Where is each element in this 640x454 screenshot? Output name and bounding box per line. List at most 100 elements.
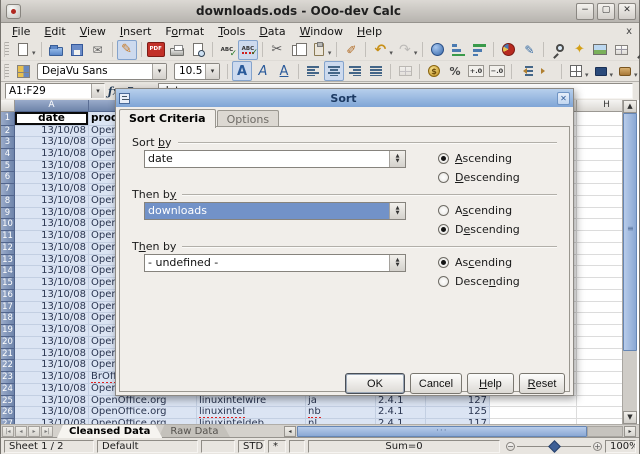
cut-icon[interactable]: ✂: [267, 40, 287, 60]
menu-item-insert[interactable]: Insert: [113, 24, 159, 39]
cell-A11[interactable]: 13/10/08: [15, 231, 89, 243]
row-header-11[interactable]: 11: [1, 231, 15, 243]
ok-button[interactable]: OK: [345, 373, 405, 394]
toolbar-grip[interactable]: [4, 64, 9, 79]
radio-descending-3[interactable]: Descending: [438, 274, 520, 288]
first-sheet-icon[interactable]: |◂: [2, 426, 14, 437]
cell-A21[interactable]: 13/10/08: [15, 349, 89, 361]
row-header-18[interactable]: 18: [1, 313, 15, 325]
cell-A4[interactable]: 13/10/08: [15, 149, 89, 161]
cell-A20[interactable]: 13/10/08: [15, 337, 89, 349]
find-replace-icon[interactable]: [548, 40, 568, 60]
cell-E25[interactable]: 2.4.1: [376, 396, 426, 408]
cell-A23[interactable]: 13/10/08: [15, 372, 89, 384]
row-header-19[interactable]: 19: [1, 325, 15, 337]
cell-E26[interactable]: 2.4.1: [376, 407, 426, 419]
radio-descending-2[interactable]: Descending: [438, 222, 520, 236]
cell-A17[interactable]: 13/10/08: [15, 302, 89, 314]
copy-icon[interactable]: [288, 40, 308, 60]
cell-G25[interactable]: [490, 396, 577, 408]
maximize-button[interactable]: ▢: [597, 3, 615, 20]
radio-button-icon[interactable]: [438, 224, 449, 235]
show-draw-functions-icon[interactable]: ✎: [519, 40, 539, 60]
dialog-tab-sort-criteria[interactable]: Sort Criteria: [119, 109, 216, 128]
zoom-slider-thumb[interactable]: [548, 440, 561, 453]
cell-A1[interactable]: date: [15, 112, 89, 126]
row-header-21[interactable]: 21: [1, 349, 15, 361]
minimize-button[interactable]: −: [576, 3, 594, 20]
reset-button[interactable]: Reset: [519, 373, 565, 394]
zoom-in-icon[interactable]: +: [593, 442, 602, 451]
cell-D25[interactable]: ja: [306, 396, 376, 408]
bold-icon[interactable]: A: [232, 61, 252, 81]
scroll-down-icon[interactable]: ▼: [623, 411, 637, 424]
row-header-5[interactable]: 5: [1, 161, 15, 173]
page-preview-icon[interactable]: [188, 40, 208, 60]
cell-F25[interactable]: 127: [426, 396, 490, 408]
sort-key-select-3[interactable]: - undefined -▲▼: [144, 254, 406, 272]
styles-window-icon[interactable]: [13, 61, 33, 81]
toolbar-grip[interactable]: [4, 42, 9, 57]
cell-A16[interactable]: 13/10/08: [15, 290, 89, 302]
font-color-icon[interactable]: [615, 61, 635, 81]
row-header-9[interactable]: 9: [1, 208, 15, 220]
close-document-icon[interactable]: x: [626, 26, 632, 37]
close-button[interactable]: ✕: [618, 3, 636, 20]
combo-spin-icon[interactable]: ▲▼: [389, 203, 405, 219]
menu-item-view[interactable]: View: [73, 24, 113, 39]
edit-file-icon[interactable]: ✎: [117, 40, 137, 60]
row-header-1[interactable]: 1: [1, 112, 15, 126]
menu-item-window[interactable]: Window: [293, 24, 350, 39]
column-header-A[interactable]: A: [15, 100, 89, 112]
chevron-down-icon[interactable]: ▾: [91, 84, 104, 98]
print-icon[interactable]: [167, 40, 187, 60]
row-header-15[interactable]: 15: [1, 278, 15, 290]
scroll-right-icon[interactable]: ▸: [624, 426, 636, 437]
sort-key-select-1[interactable]: date▲▼: [144, 150, 406, 168]
percent-icon[interactable]: %: [445, 61, 465, 81]
cell-A26[interactable]: 13/10/08: [15, 407, 89, 419]
cell-A9[interactable]: 13/10/08: [15, 208, 89, 220]
row-header-22[interactable]: 22: [1, 360, 15, 372]
document-email-icon[interactable]: ✉: [88, 40, 108, 60]
background-color-icon[interactable]: [591, 61, 611, 81]
combo-spin-icon[interactable]: ▲▼: [389, 151, 405, 167]
redo-icon[interactable]: ↷: [395, 40, 415, 60]
justify-icon[interactable]: [366, 61, 386, 81]
radio-ascending-3[interactable]: Ascending: [438, 255, 512, 269]
row-header-2[interactable]: 2: [1, 126, 15, 138]
menu-item-edit[interactable]: Edit: [37, 24, 72, 39]
open-icon[interactable]: [46, 40, 66, 60]
row-header-26[interactable]: 26: [1, 407, 15, 419]
row-header-17[interactable]: 17: [1, 302, 15, 314]
underline-icon[interactable]: A: [274, 61, 294, 81]
chevron-down-icon[interactable]: ▾: [205, 64, 219, 79]
menu-item-data[interactable]: Data: [252, 24, 292, 39]
align-right-icon[interactable]: [345, 61, 365, 81]
align-center-icon[interactable]: [324, 61, 344, 81]
radio-button-icon[interactable]: [438, 257, 449, 268]
sort-ascending-icon[interactable]: [448, 40, 468, 60]
hyperlink-icon[interactable]: [427, 40, 447, 60]
radio-button-icon[interactable]: [438, 153, 449, 164]
navigator-icon[interactable]: ✦: [569, 40, 589, 60]
sort-dialog-title-bar[interactable]: Sort ✕: [116, 89, 573, 107]
cell-A10[interactable]: 13/10/08: [15, 219, 89, 231]
menu-item-format[interactable]: Format: [158, 24, 211, 39]
cell-C26[interactable]: linuxintel: [197, 407, 306, 419]
zoom-out-icon[interactable]: −: [506, 442, 515, 451]
cell-A7[interactable]: 13/10/08: [15, 184, 89, 196]
vertical-scrollbar-thumb[interactable]: [623, 113, 637, 351]
cell-F26[interactable]: 125: [426, 407, 490, 419]
row-header-10[interactable]: 10: [1, 219, 15, 231]
scroll-up-icon[interactable]: ▲: [623, 100, 637, 113]
row-header-3[interactable]: 3: [1, 137, 15, 149]
row-header-7[interactable]: 7: [1, 184, 15, 196]
format-paintbrush-icon[interactable]: ✐: [341, 40, 361, 60]
row-header-20[interactable]: 20: [1, 337, 15, 349]
row-header-14[interactable]: 14: [1, 266, 15, 278]
auto-spellcheck-icon[interactable]: ABC✓: [238, 40, 258, 60]
export-pdf-icon[interactable]: PDF: [146, 40, 166, 60]
font-size-select[interactable]: 10.5▾: [174, 63, 220, 80]
cell-A25[interactable]: 13/10/08: [15, 396, 89, 408]
